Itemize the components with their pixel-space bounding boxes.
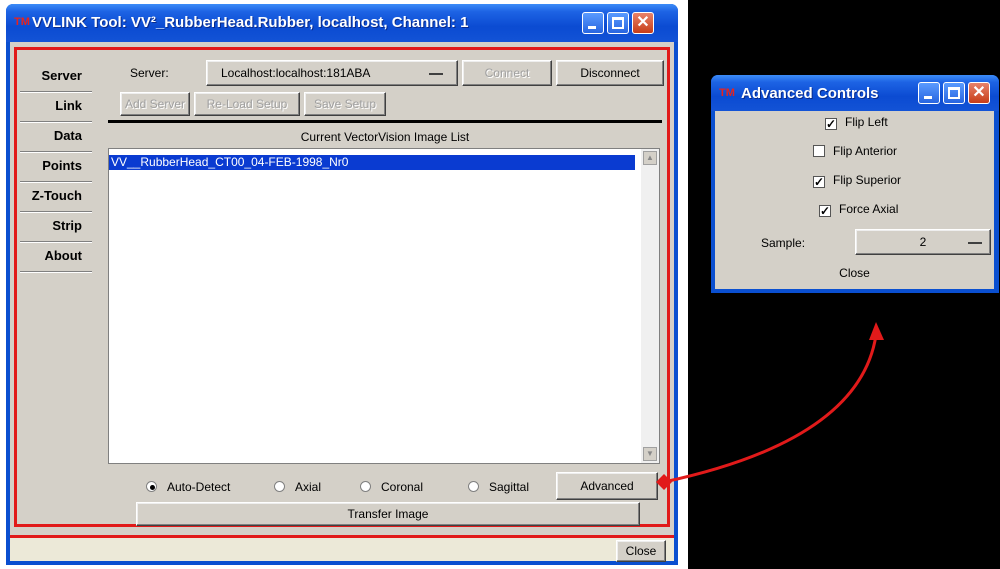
app-icon: TM <box>719 87 735 99</box>
divider <box>108 120 662 123</box>
vvlink-tool-window: TM VVLINK Tool: VV²_RubberHead.Rubber, l… <box>6 4 678 565</box>
checkbox-icon <box>813 145 825 157</box>
dropdown-icon <box>968 242 982 244</box>
server-value: Localhost:localhost:181ABA <box>221 66 371 80</box>
add-server-button[interactable]: Add Server <box>120 92 190 116</box>
close-icon: ✕ <box>636 14 650 31</box>
maximize-button[interactable] <box>943 82 965 104</box>
radio-sagittal[interactable]: Sagittal <box>468 480 529 494</box>
maximize-icon <box>612 17 624 29</box>
minimize-icon <box>924 96 932 99</box>
nav-item-strip[interactable]: Strip <box>20 212 92 242</box>
advanced-client-area: ✓ Flip Left Flip Anterior ✓ Flip Superior … <box>715 111 994 289</box>
advanced-titlebar[interactable]: TM Advanced Controls ✕ <box>711 75 999 111</box>
list-scrollbar[interactable]: ▲ ▼ <box>641 149 659 463</box>
app-icon: TM <box>14 16 30 28</box>
nav-item-points[interactable]: Points <box>20 152 92 182</box>
image-list[interactable]: VV__RubberHead_CT00_04-FEB-1998_Nr0 ▲ ▼ <box>108 148 660 464</box>
list-item[interactable]: VV__RubberHead_CT00_04-FEB-1998_Nr0 <box>109 155 635 170</box>
checkbox-icon: ✓ <box>813 175 825 189</box>
scroll-up-icon[interactable]: ▲ <box>643 151 657 165</box>
minimize-icon <box>588 26 596 29</box>
main-titlebar[interactable]: TM VVLINK Tool: VV²_RubberHead.Rubber, l… <box>6 4 678 42</box>
save-setup-button[interactable]: Save Setup <box>304 92 386 116</box>
reload-setup-button[interactable]: Re-Load Setup <box>194 92 300 116</box>
status-bar: Close <box>10 535 674 562</box>
nav-item-data[interactable]: Data <box>20 122 92 152</box>
scroll-down-icon[interactable]: ▼ <box>643 447 657 461</box>
connect-button[interactable]: Connect <box>462 60 552 86</box>
checkbox-icon: ✓ <box>819 204 831 218</box>
sample-select[interactable]: 2 <box>855 229 991 255</box>
server-select[interactable]: Localhost:localhost:181ABA <box>206 60 458 86</box>
radio-auto-detect[interactable]: Auto-Detect <box>146 480 230 494</box>
advanced-controls-window: TM Advanced Controls ✕ ✓ Flip Left Flip A… <box>711 75 999 293</box>
maximize-icon <box>948 87 960 99</box>
close-icon: ✕ <box>972 84 986 101</box>
flip-left-checkbox[interactable]: ✓ Flip Left <box>825 115 888 130</box>
flip-superior-checkbox[interactable]: ✓ Flip Superior <box>813 173 901 188</box>
maximize-button[interactable] <box>607 12 629 34</box>
minimize-button[interactable] <box>582 12 604 34</box>
image-list-title: Current VectorVision Image List <box>300 130 470 144</box>
close-window-button[interactable]: ✕ <box>968 82 990 104</box>
advanced-window-title: Advanced Controls <box>741 85 879 102</box>
minimize-button[interactable] <box>918 82 940 104</box>
checkbox-icon: ✓ <box>825 117 837 131</box>
nav-item-link[interactable]: Link <box>20 92 92 122</box>
force-axial-checkbox[interactable]: ✓ Force Axial <box>819 202 898 217</box>
radio-coronal[interactable]: Coronal <box>360 480 423 494</box>
close-button[interactable]: Close <box>616 540 666 562</box>
advanced-button[interactable]: Advanced <box>556 472 658 500</box>
main-client-area: Server Link Data Points Z-Touch Strip Ab… <box>10 42 674 562</box>
server-label: Server: <box>130 66 169 80</box>
transfer-image-button[interactable]: Transfer Image <box>136 502 640 526</box>
nav-item-z-touch[interactable]: Z-Touch <box>20 182 92 212</box>
nav-item-about[interactable]: About <box>20 242 92 272</box>
flip-anterior-checkbox[interactable]: Flip Anterior <box>813 144 897 158</box>
dropdown-icon <box>429 73 443 75</box>
disconnect-button[interactable]: Disconnect <box>556 60 664 86</box>
sidebar-nav: Server Link Data Points Z-Touch Strip Ab… <box>20 62 92 272</box>
main-window-title: VVLINK Tool: VV²_RubberHead.Rubber, loca… <box>32 14 469 31</box>
sample-value: 2 <box>919 235 927 249</box>
radio-axial[interactable]: Axial <box>274 480 321 494</box>
sample-label: Sample: <box>761 236 806 250</box>
close-window-button[interactable]: ✕ <box>632 12 654 34</box>
advanced-close-button[interactable]: Close <box>715 259 994 287</box>
nav-item-server[interactable]: Server <box>20 62 92 92</box>
